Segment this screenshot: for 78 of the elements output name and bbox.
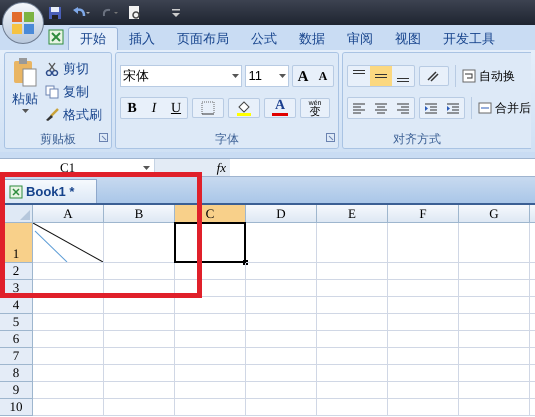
align-lines-icon bbox=[375, 74, 387, 78]
row-header[interactable]: 9 bbox=[0, 382, 33, 399]
caret-icon bbox=[143, 166, 150, 170]
borders-button[interactable] bbox=[192, 98, 224, 118]
align-lines-icon bbox=[397, 78, 409, 82]
triangle-icon bbox=[20, 210, 30, 220]
ribbon-tab[interactable]: 视图 bbox=[384, 27, 432, 50]
dialog-launcher-icon[interactable] bbox=[99, 133, 108, 142]
excel-icon bbox=[48, 29, 64, 45]
align-lines-icon bbox=[352, 102, 366, 114]
column-header[interactable]: F bbox=[388, 205, 459, 223]
italic-button[interactable]: I bbox=[143, 98, 165, 118]
row-header[interactable]: 5 bbox=[0, 314, 33, 331]
dialog-launcher-icon[interactable] bbox=[326, 133, 335, 142]
cut-button[interactable]: 剪切 bbox=[45, 59, 102, 79]
save-icon[interactable] bbox=[48, 6, 62, 20]
format-painter-button[interactable]: 格式刷 bbox=[45, 105, 102, 125]
column-header[interactable]: B bbox=[104, 205, 175, 223]
caret-icon bbox=[279, 74, 286, 78]
column-header[interactable]: E bbox=[317, 205, 388, 223]
font-size-dropdown[interactable]: 11 bbox=[245, 65, 289, 87]
scissors-icon bbox=[45, 62, 59, 76]
group-title: 剪贴板 bbox=[40, 130, 76, 148]
row-header[interactable]: 7 bbox=[0, 348, 33, 365]
paint-bucket-icon bbox=[236, 100, 252, 116]
row-header[interactable]: 4 bbox=[0, 297, 33, 314]
merge-cells-icon bbox=[478, 101, 492, 115]
ribbon-tab[interactable]: 数据 bbox=[288, 27, 336, 50]
ribbon-tab[interactable]: 页面布局 bbox=[166, 27, 240, 50]
ribbon-tab[interactable]: 公式 bbox=[240, 27, 288, 50]
indent-icon bbox=[446, 102, 460, 114]
column-header[interactable]: D bbox=[246, 205, 317, 223]
brush-icon bbox=[45, 108, 59, 122]
grow-font-button[interactable]: A bbox=[293, 66, 313, 86]
print-preview-icon[interactable] bbox=[128, 4, 142, 20]
font-color-button[interactable]: A bbox=[264, 98, 296, 118]
align-lines-icon bbox=[374, 102, 388, 114]
ribbon-tab[interactable]: 开始 bbox=[68, 27, 118, 50]
office-logo-icon bbox=[11, 11, 35, 35]
wrap-text-button[interactable]: 自动换 bbox=[462, 67, 515, 85]
borders-icon bbox=[201, 101, 215, 115]
font-color-bar bbox=[272, 113, 288, 116]
shrink-font-button[interactable]: A bbox=[313, 66, 333, 86]
fill-color-button[interactable] bbox=[228, 98, 260, 118]
underline-button[interactable]: U bbox=[165, 98, 187, 118]
fill-handle[interactable] bbox=[243, 260, 248, 265]
excel-icon bbox=[9, 184, 23, 198]
merge-center-button[interactable]: 合并后 bbox=[478, 99, 531, 117]
orientation-button[interactable] bbox=[419, 66, 449, 86]
align-lines-icon bbox=[396, 102, 410, 114]
paste-button[interactable]: 粘贴 bbox=[9, 57, 41, 129]
copy-icon bbox=[45, 85, 59, 99]
row-header[interactable]: 6 bbox=[0, 331, 33, 348]
column-header[interactable]: A bbox=[33, 205, 104, 223]
row-header[interactable]: 10 bbox=[0, 399, 33, 416]
group-title: 字体 bbox=[215, 130, 239, 148]
ribbon-tab[interactable]: 审阅 bbox=[336, 27, 384, 50]
workbook-tab[interactable]: Book1 * bbox=[4, 179, 98, 203]
font-name-dropdown[interactable]: 宋体 bbox=[120, 65, 242, 87]
indent-icon bbox=[424, 102, 438, 114]
insert-function-button[interactable]: fx bbox=[216, 158, 226, 178]
caret-icon bbox=[22, 108, 28, 112]
column-header[interactable]: G bbox=[459, 205, 530, 223]
align-lines-icon bbox=[353, 70, 365, 74]
caret-icon bbox=[232, 74, 240, 78]
wrap-text-icon bbox=[462, 69, 476, 83]
middle-align-button[interactable] bbox=[370, 66, 392, 86]
row-header[interactable]: 8 bbox=[0, 365, 33, 382]
clipboard-icon bbox=[12, 57, 38, 89]
group-title: 对齐方式 bbox=[393, 130, 441, 148]
cell[interactable] bbox=[175, 223, 246, 263]
customize-toolbar-icon[interactable] bbox=[172, 8, 180, 18]
ribbon-tab[interactable]: 插入 bbox=[118, 27, 166, 50]
column-header[interactable] bbox=[530, 205, 535, 223]
active-cell-border bbox=[174, 222, 246, 263]
ribbon-tab[interactable]: 开发工具 bbox=[432, 27, 506, 50]
bold-button[interactable]: B bbox=[121, 98, 143, 118]
copy-button[interactable]: 复制 bbox=[45, 82, 102, 102]
